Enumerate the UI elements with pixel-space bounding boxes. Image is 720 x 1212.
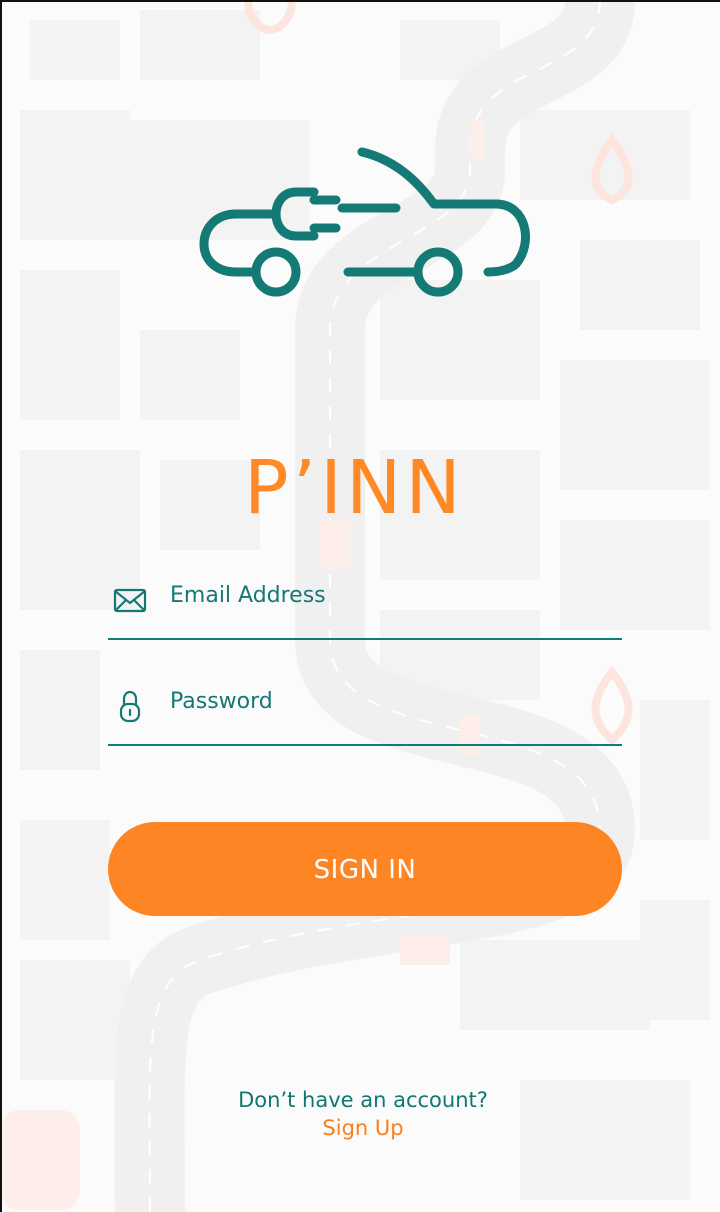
window-left-border [0, 0, 2, 1212]
brand-name: P’INN [244, 445, 465, 531]
window-top-border [0, 0, 720, 2]
password-field[interactable]: Password [108, 678, 622, 746]
signup-prompt: Don’t have an account? Sign Up [0, 1086, 720, 1142]
password-placeholder: Password [170, 689, 273, 714]
no-account-text: Don’t have an account? [238, 1088, 488, 1112]
envelope-icon [112, 582, 148, 618]
email-field[interactable]: Email Address [108, 572, 622, 640]
padlock-icon [112, 688, 148, 724]
app-logo: P’INN [196, 142, 536, 528]
plug-car-icon [199, 147, 530, 297]
email-placeholder: Email Address [170, 583, 326, 608]
sign-up-link[interactable]: Sign Up [6, 1114, 720, 1142]
sign-in-button[interactable]: SIGN IN [108, 822, 622, 916]
